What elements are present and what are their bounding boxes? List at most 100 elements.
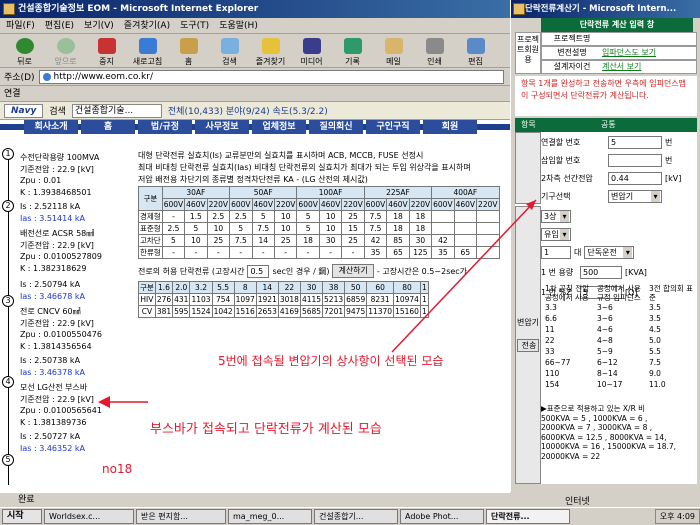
diagram-node-1[interactable]: 1	[2, 148, 14, 160]
diagram-node-5[interactable]: 5	[2, 454, 14, 466]
start-button[interactable]: 시작	[2, 509, 42, 524]
grid-header: 항목 공통	[515, 118, 697, 132]
breaker-cell: -	[251, 246, 275, 259]
breaker-volt-row: 600V 460V 220V 600V 460V 220V 600V 460V 220V 600V…	[138, 198, 500, 211]
voltage-label: 2차측 선간전압	[541, 173, 593, 183]
diagram-node-3[interactable]: 3	[2, 295, 14, 307]
nav-jobs[interactable]: 구인구직	[366, 120, 420, 134]
links-label[interactable]: 연결	[4, 89, 21, 99]
menu-file[interactable]: 파일(F)	[6, 18, 35, 33]
calculate-button[interactable]: 계산하기	[332, 264, 374, 278]
task-ma-meg[interactable]: ma_meg_0...	[228, 509, 312, 524]
impedance-view-link[interactable]: 입파던스도 보기	[602, 48, 656, 57]
history-button[interactable]: 기록	[332, 35, 373, 67]
nav-home[interactable]: 홈	[81, 120, 135, 134]
count-input[interactable]: 1	[541, 245, 571, 259]
search-button[interactable]: 검색	[209, 35, 250, 67]
mail-button[interactable]: 메일	[373, 35, 414, 67]
cable-cell: 1921	[255, 293, 279, 306]
menu-view[interactable]: 보기(V)	[84, 18, 114, 33]
edit-button[interactable]: 편집	[455, 35, 496, 67]
menu-edit[interactable]: 편집(E)	[45, 18, 74, 33]
forward-button[interactable]: 앞으로	[45, 35, 86, 67]
nav-member[interactable]: 회원	[423, 120, 477, 134]
impedance-cell: 6~12	[597, 358, 618, 367]
refresh-button[interactable]: 새로고침	[127, 35, 168, 67]
oil-select[interactable]: 유입	[541, 227, 571, 241]
diagram-line: Ias : 3.46678 kA	[20, 292, 85, 301]
capacity-input[interactable]: 500	[580, 265, 622, 279]
edit-label: 편집	[468, 56, 483, 66]
stop-button[interactable]: 중지	[86, 35, 127, 67]
diagram-line: Is : 2.50738 kA	[20, 356, 81, 365]
nav-company[interactable]: 회사소개	[24, 120, 78, 134]
impedance-cell: 11	[545, 325, 555, 334]
navy-button[interactable]: Navy	[4, 103, 44, 118]
device-select[interactable]: 변압기	[608, 189, 662, 203]
media-label: 미디어	[300, 56, 323, 66]
impedance-row: 33 5~9 5.5	[541, 346, 697, 357]
refresh-icon	[138, 37, 157, 54]
diagram-line: Is : 2.52118 kA	[20, 202, 81, 211]
forward-label: 앞으로	[54, 56, 77, 66]
stop-icon	[97, 37, 116, 54]
nav-qa[interactable]: 질의회신	[309, 120, 363, 134]
note-line-3: 저압 배전용 차단기의 종류별 정격차단전류 KA - (LG 산전의 제시값)	[138, 175, 368, 184]
ie-menubar: 파일(F) 편집(E) 보기(V) 즐겨찾기(A) 도구(T) 도움말(H)	[0, 18, 510, 34]
breaker-cell	[453, 210, 478, 223]
cable-cell: 7201	[322, 305, 346, 318]
phase-select[interactable]: 3상	[541, 209, 571, 223]
home-button[interactable]: 홈	[168, 35, 209, 67]
insert-no-input[interactable]	[608, 153, 662, 167]
navy-search-label[interactable]: 검색	[49, 104, 66, 117]
fault-time-input[interactable]: 0.5	[247, 264, 270, 278]
voltage-input[interactable]: 0.44	[608, 171, 662, 185]
breaker-cell: 7.5	[251, 222, 275, 235]
nav-office[interactable]: 사무정보	[195, 120, 249, 134]
nav-law[interactable]: 법/규정	[138, 120, 192, 134]
media-button[interactable]: 미디어	[291, 35, 332, 67]
print-button[interactable]: 인쇄	[414, 35, 455, 67]
send-button[interactable]: 전송	[517, 339, 539, 352]
connect-no-label: 연결할 번호	[541, 137, 581, 147]
calc-result: - 고장시간은 0.5~2sec가	[376, 266, 468, 276]
diagram-line: Zpu : 0.0100565641	[20, 406, 102, 415]
capacity-row: 1 번 용량 500 [KVA]	[541, 264, 647, 280]
breaker-volt-cell: 220V	[408, 198, 433, 211]
breaker-cell: 42	[363, 234, 388, 247]
breaker-group-30af: 30AF	[161, 186, 231, 199]
calc-sheet-link[interactable]: 계산서 보기	[602, 62, 641, 71]
menu-help[interactable]: 도움말(H)	[219, 18, 258, 33]
operation-select[interactable]: 단독운전	[584, 245, 635, 259]
nav-companies[interactable]: 업체정보	[252, 120, 306, 134]
impedance-cell: 66~77	[545, 358, 571, 367]
cable-cell: 595	[172, 305, 191, 318]
menu-favorites[interactable]: 즐겨찾기(A)	[124, 18, 170, 33]
cable-head-cell: 22	[277, 281, 301, 294]
media-icon	[302, 37, 321, 54]
connect-no-input[interactable]: 5	[608, 135, 662, 149]
impedance-cell: 8~14	[597, 369, 618, 378]
task-worldsex[interactable]: Worldsex.c...	[44, 509, 134, 524]
menu-tools[interactable]: 도구(T)	[180, 18, 209, 33]
diagram-line: 전로 CNCV 60㎟	[20, 307, 81, 316]
breaker-cell	[453, 222, 478, 235]
task-construction[interactable]: 건설종합기...	[314, 509, 398, 524]
favorites-button[interactable]: 즐겨찾기	[250, 35, 291, 67]
breaker-volt-cell: 460V	[318, 198, 343, 211]
cable-row: CV 381 595 1524 1042 1516 2653 4169 5685 7201 9475…	[138, 305, 429, 318]
cable-row-name: HIV	[138, 293, 156, 306]
status-text: 완료	[18, 495, 35, 505]
navy-search-input[interactable]: 건설종합기술...	[71, 103, 162, 118]
task-inbox[interactable]: 받은 편지함...	[136, 509, 226, 524]
diagram-line: 기준전압 : 22.9 [kV]	[20, 319, 94, 328]
breaker-cell: 18	[408, 210, 433, 223]
xr-line-5: 20000KVA = 22	[541, 451, 601, 461]
task-photoshop[interactable]: Adobe Phot...	[400, 509, 484, 524]
taskbar: 시작 Worldsex.c... 받은 편지함... ma_meg_0... 건…	[0, 507, 700, 525]
task-short-circuit[interactable]: 단락전류...	[486, 509, 570, 524]
diagram-node-4[interactable]: 4	[2, 376, 14, 388]
address-input[interactable]: http://www.eom.co.kr/	[38, 69, 504, 84]
diagram-node-2[interactable]: 2	[2, 200, 14, 212]
back-button[interactable]: 뒤로	[4, 35, 45, 67]
